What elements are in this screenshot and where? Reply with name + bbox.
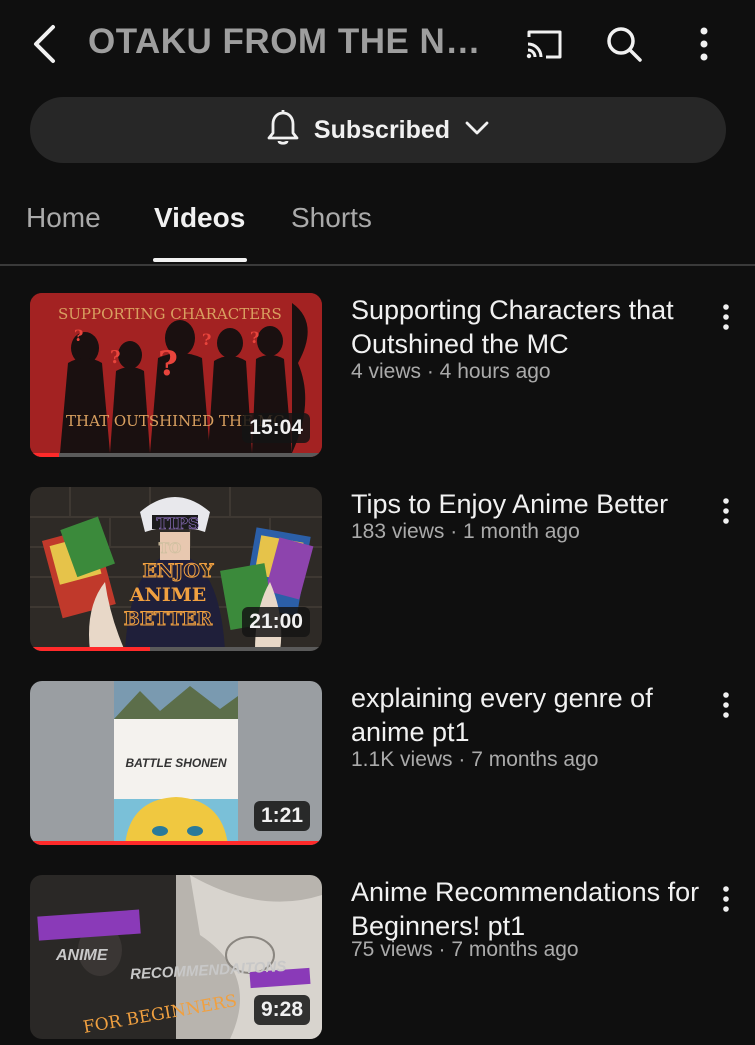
video-row[interactable]: BATTLE SHONEN 1:21 explaining every genr… <box>0 681 755 851</box>
channel-tabs: Home Videos Shorts <box>0 180 755 266</box>
watch-progress-fill <box>30 841 322 845</box>
watch-progress <box>30 647 322 651</box>
duration-badge: 1:21 <box>253 801 310 831</box>
more-vertical-icon[interactable] <box>710 879 742 919</box>
thumb-caption-anime: ANIME <box>55 947 109 964</box>
channel-title: OTAKU FROM THE N… <box>88 22 481 61</box>
subscribed-label: Subscribed <box>313 115 451 144</box>
video-title[interactable]: explaining every genre of anime pt1 <box>351 681 701 749</box>
svg-text:?: ? <box>202 330 211 349</box>
video-meta: 4 views · 4 hours ago <box>351 360 551 383</box>
tab-shorts[interactable]: Shorts <box>291 202 372 234</box>
video-meta: 183 views · 1 month ago <box>351 520 580 543</box>
more-vertical-icon[interactable] <box>710 491 742 531</box>
svg-text:?: ? <box>250 328 259 347</box>
subscribed-button[interactable]: Subscribed <box>30 97 726 163</box>
svg-text:?: ? <box>158 344 178 384</box>
bell-icon <box>266 109 300 152</box>
tab-home[interactable]: Home <box>26 202 101 234</box>
duration-badge: 9:28 <box>253 995 310 1025</box>
video-thumbnail[interactable]: ? ? ? ? ? SUPPORTING CHARACTERS THAT OUT… <box>30 293 322 457</box>
more-vertical-icon[interactable] <box>710 297 742 337</box>
thumb-caption-to: TO <box>159 541 182 557</box>
watch-progress-fill <box>30 453 60 457</box>
video-title[interactable]: Tips to Enjoy Anime Better <box>351 487 711 521</box>
video-meta: 75 views · 7 months ago <box>351 938 579 961</box>
cast-icon[interactable] <box>520 20 568 68</box>
svg-text:?: ? <box>110 347 121 368</box>
thumb-caption-tips: TIPS <box>157 514 200 533</box>
video-meta: 1.1K views · 7 months ago <box>351 748 599 771</box>
top-app-bar: OTAKU FROM THE N… <box>0 0 755 90</box>
duration-badge: 15:04 <box>242 413 310 443</box>
thumb-caption-top: SUPPORTING CHARACTERS <box>58 305 282 323</box>
video-title[interactable]: Anime Recommendations for Beginners! pt1 <box>351 875 701 943</box>
more-vertical-icon[interactable] <box>710 685 742 725</box>
duration-badge: 21:00 <box>242 607 310 637</box>
video-thumbnail[interactable]: TIPS TO ENJOY ANIME BETTER 21:00 <box>30 487 322 651</box>
chevron-down-icon <box>464 120 490 141</box>
watch-progress <box>30 841 322 845</box>
video-thumbnail[interactable]: ANIME RECOMMENDAITONS FOR BEGINNERS 9:28 <box>30 875 322 1039</box>
thumb-caption-better: BETTER <box>124 608 213 630</box>
svg-text:?: ? <box>74 326 83 345</box>
thumb-caption-enjoy: ENJOY <box>143 560 214 582</box>
video-row[interactable]: ANIME RECOMMENDAITONS FOR BEGINNERS 9:28… <box>0 875 755 1045</box>
thumb-caption-genre: BATTLE SHONEN <box>125 756 226 770</box>
video-row[interactable]: TIPS TO ENJOY ANIME BETTER 21:00 Tips to… <box>0 487 755 657</box>
video-row[interactable]: ? ? ? ? ? SUPPORTING CHARACTERS THAT OUT… <box>0 293 755 463</box>
video-title[interactable]: Supporting Characters that Outshined the… <box>351 293 701 361</box>
tab-videos[interactable]: Videos <box>154 202 245 234</box>
search-icon[interactable] <box>600 20 648 68</box>
video-thumbnail[interactable]: BATTLE SHONEN 1:21 <box>30 681 322 845</box>
thumb-caption-anime: ANIME <box>129 584 207 606</box>
active-tab-indicator <box>153 258 247 262</box>
more-vertical-icon[interactable] <box>680 20 728 68</box>
watch-progress-fill <box>30 647 150 651</box>
back-arrow-icon[interactable] <box>22 20 66 68</box>
watch-progress <box>30 453 322 457</box>
